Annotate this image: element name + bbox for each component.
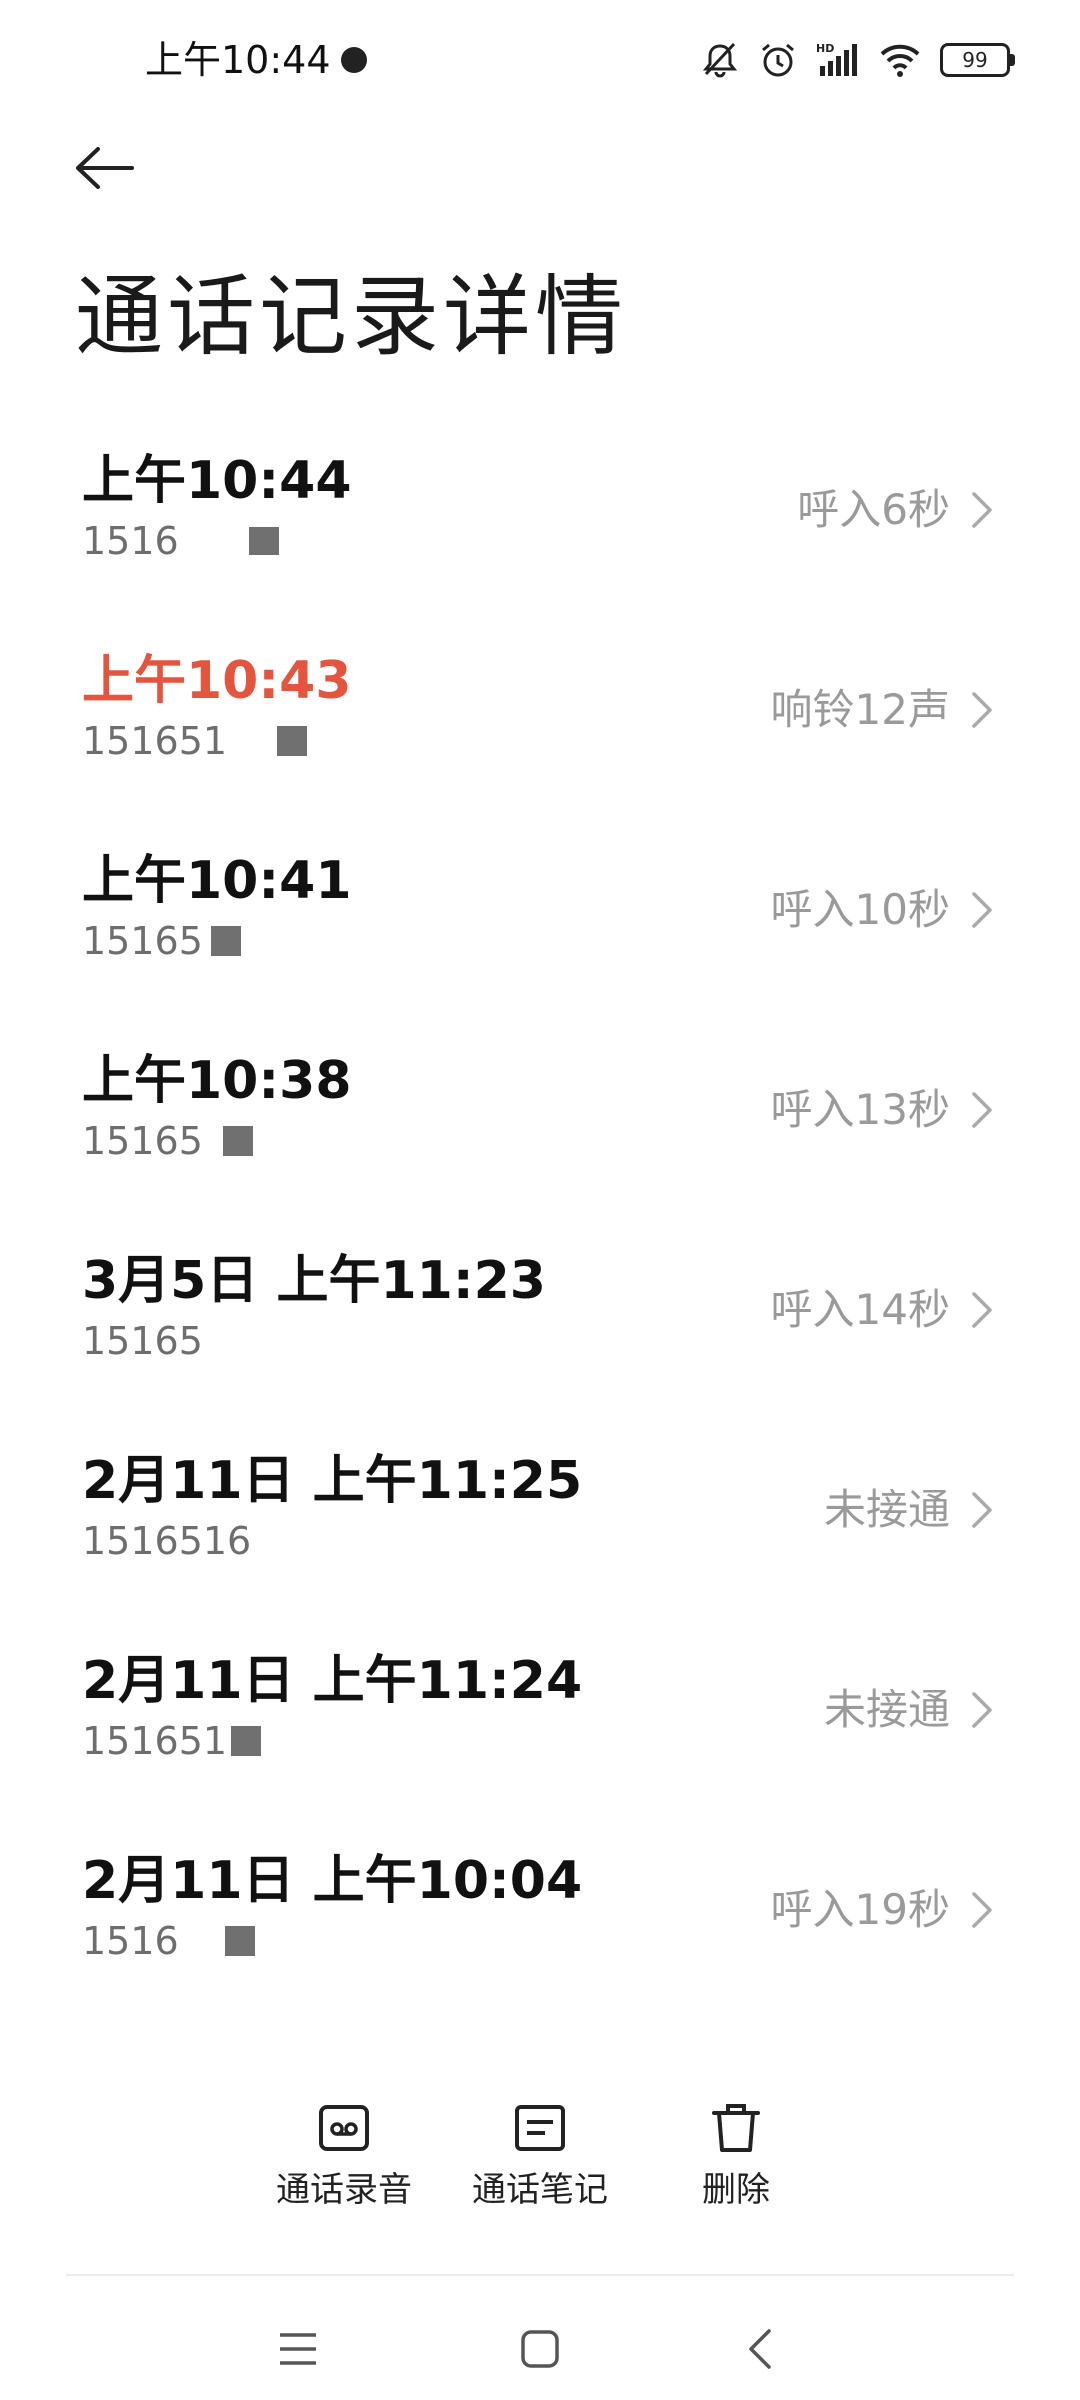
status-icons: HD 99	[700, 30, 1015, 90]
record-status: 呼入14秒	[770, 1285, 950, 1334]
back-icon	[749, 2329, 771, 2369]
note-icon	[515, 2105, 565, 2151]
status-time: 上午10:44	[145, 38, 331, 82]
chevron-right-icon	[972, 492, 992, 528]
call-record-row[interactable]: 上午10:44 1516 呼入6秒	[0, 430, 1080, 630]
call-notes-button[interactable]: 通话笔记	[440, 2100, 640, 2230]
trash-icon	[712, 2104, 760, 2152]
call-recording-button[interactable]: 通话录音	[244, 2100, 444, 2230]
recording-icon	[319, 2105, 369, 2151]
call-record-row[interactable]: 2月11日 上午11:24 151651 未接通	[0, 1630, 1080, 1830]
record-time: 上午10:43	[82, 651, 352, 711]
record-number: 151651	[82, 718, 308, 764]
svg-text:HD: HD	[816, 42, 834, 55]
notification-dot-icon	[340, 47, 367, 73]
action-bar: 通话录音 通话笔记 删除	[0, 2100, 1080, 2230]
record-status: 响铃12声	[770, 685, 950, 734]
call-notes-label: 通话笔记	[472, 2170, 608, 2210]
call-record-row[interactable]: 上午10:41 15165 呼入10秒	[0, 830, 1080, 1030]
record-status: 呼入19秒	[770, 1885, 950, 1934]
record-number: 15165	[82, 918, 241, 964]
wifi-icon	[878, 40, 922, 80]
redaction-mask	[224, 1926, 255, 1956]
redaction-mask	[210, 926, 241, 956]
record-status: 呼入10秒	[770, 885, 950, 934]
home-icon	[521, 2330, 559, 2368]
record-time: 上午10:38	[82, 1051, 352, 1111]
record-number: 15165	[82, 1319, 203, 1363]
record-time: 2月11日 上午11:24	[82, 1651, 583, 1711]
chevron-right-icon	[972, 1892, 992, 1928]
system-back-button[interactable]	[720, 2314, 800, 2384]
status-bar: 上午10:44 HD 99	[0, 0, 1080, 120]
mute-bell-icon	[700, 40, 740, 80]
record-number: 1516	[82, 518, 279, 564]
record-status: 呼入13秒	[770, 1085, 950, 1134]
status-time-group: 上午10:44	[145, 36, 367, 84]
back-button[interactable]	[70, 135, 150, 205]
chevron-right-icon	[972, 1492, 992, 1528]
record-time: 3月5日 上午11:23	[82, 1251, 546, 1311]
record-number: 15165	[82, 1118, 253, 1164]
delete-button[interactable]: 删除	[636, 2100, 836, 2230]
arrow-left-icon	[70, 143, 136, 197]
battery-icon: 99	[940, 43, 1015, 77]
recent-apps-button[interactable]	[258, 2314, 338, 2384]
redaction-mask	[231, 1726, 262, 1756]
record-time: 2月11日 上午11:25	[82, 1451, 583, 1511]
record-status: 呼入6秒	[797, 485, 950, 534]
call-record-row[interactable]: 上午10:38 15165 呼入13秒	[0, 1030, 1080, 1230]
record-number: 151651	[82, 1718, 262, 1764]
call-recording-label: 通话录音	[276, 2170, 412, 2210]
call-record-row[interactable]: 2月11日 上午10:04 1516 呼入19秒	[0, 1830, 1080, 2030]
call-records-list: 上午10:44 1516 呼入6秒 上午10:43 151651 响铃12声 上…	[0, 430, 1080, 2030]
record-time: 上午10:44	[82, 451, 352, 511]
redaction-mask	[222, 1126, 253, 1156]
menu-icon	[280, 2333, 316, 2365]
chevron-right-icon	[972, 692, 992, 728]
record-time: 上午10:41	[82, 851, 352, 911]
home-button[interactable]	[500, 2314, 580, 2384]
redaction-mask	[277, 726, 308, 756]
chevron-right-icon	[972, 1292, 992, 1328]
divider	[66, 2274, 1014, 2276]
record-time: 2月11日 上午10:04	[82, 1851, 583, 1911]
call-record-row[interactable]: 2月11日 上午11:25 1516516 未接通	[0, 1430, 1080, 1630]
call-record-row[interactable]: 上午10:43 151651 响铃12声	[0, 630, 1080, 830]
chevron-right-icon	[972, 1692, 992, 1728]
page-title: 通话记录详情	[75, 265, 628, 368]
record-number: 1516	[82, 1918, 255, 1964]
record-number: 1516516	[82, 1519, 252, 1563]
record-status: 未接通	[823, 1685, 950, 1734]
chevron-right-icon	[972, 1092, 992, 1128]
alarm-icon	[758, 40, 798, 80]
hd-signal-icon: HD	[816, 40, 860, 80]
delete-label: 删除	[702, 2170, 770, 2210]
chevron-right-icon	[972, 892, 992, 928]
call-record-row[interactable]: 3月5日 上午11:23 15165 呼入14秒	[0, 1230, 1080, 1430]
system-nav-bar	[0, 2290, 1080, 2400]
redaction-mask	[248, 527, 279, 555]
record-status: 未接通	[823, 1485, 950, 1534]
